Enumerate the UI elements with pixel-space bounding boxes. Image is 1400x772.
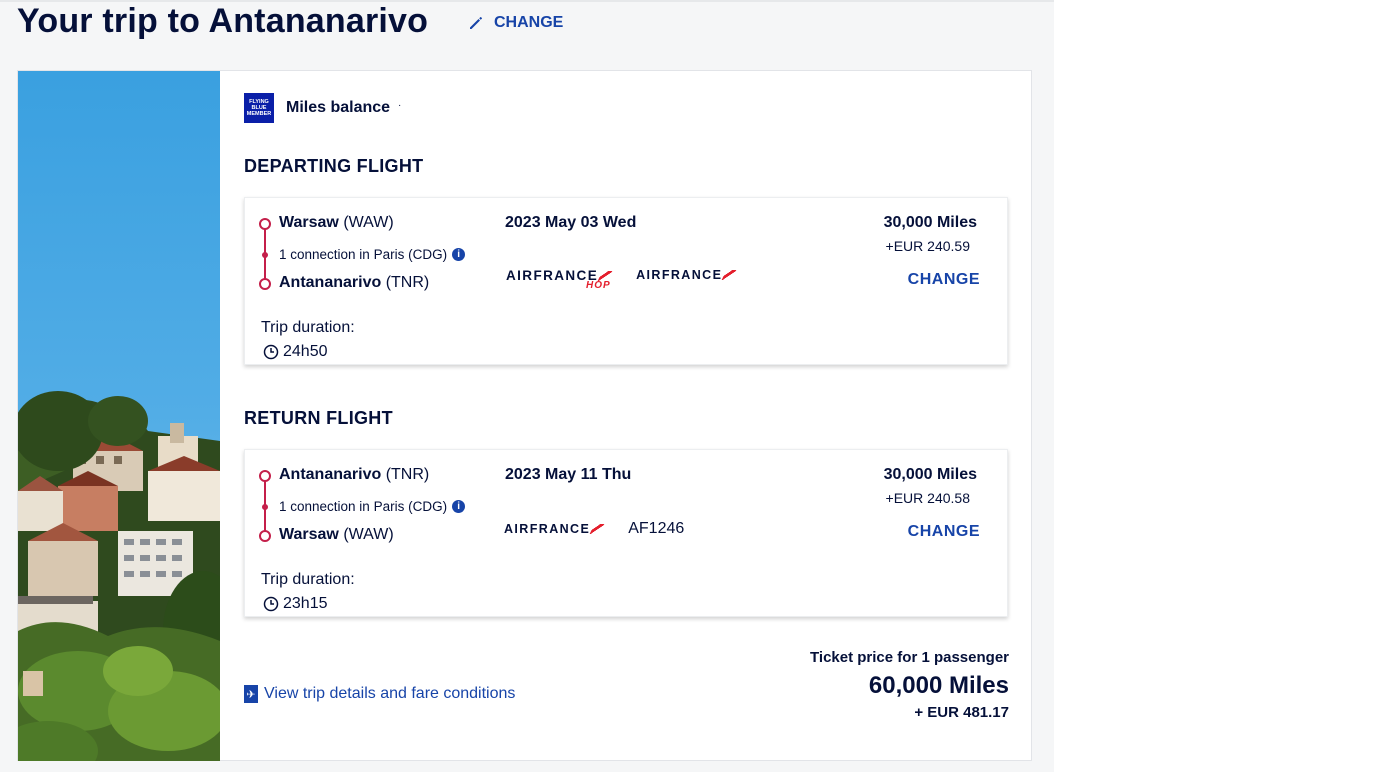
airline-name: AIRFRANCE — [504, 522, 591, 536]
departing-origin-city: Warsaw — [279, 214, 339, 231]
return-duration: 23h15 — [263, 595, 328, 613]
page-title: Your trip to Antananarivo — [17, 2, 429, 40]
return-price-eur: +EUR 240.58 — [885, 490, 970, 506]
return-price-miles: 30,000 Miles — [883, 466, 977, 483]
return-date: 2023 May 11 Thu — [505, 466, 632, 483]
departing-price-miles: 30,000 Miles — [883, 214, 977, 231]
destination-photo — [18, 71, 220, 761]
trip-content: FLYING BLUE MEMBER Miles balance · DEPAR… — [244, 71, 1009, 761]
info-icon[interactable]: i — [452, 500, 466, 513]
departing-duration-label: Trip duration: — [261, 319, 355, 336]
miles-balance-value: · — [398, 99, 402, 111]
departing-change-button[interactable]: CHANGE — [908, 271, 980, 289]
origin-marker-icon — [259, 218, 271, 230]
departing-airlines: AIRFRANCE HOP AIRFRANCE — [506, 268, 737, 291]
clock-icon — [263, 344, 279, 360]
departing-price-eur: +EUR 240.59 — [885, 238, 970, 254]
return-section-title: RETURN FLIGHT — [244, 408, 393, 428]
departing-connection-text: 1 connection in Paris (CDG) — [279, 247, 448, 262]
departing-connection: 1 connection in Paris (CDG) i — [279, 247, 466, 262]
return-flight-card: Antananarivo (TNR) 1 connection in Paris… — [244, 449, 1008, 617]
clock-icon — [263, 596, 279, 612]
departing-duration-value: 24h50 — [283, 343, 328, 360]
return-price: 30,000 Miles +EUR 240.58 — [884, 466, 977, 506]
return-origin-city: Antananarivo — [279, 466, 382, 483]
airline-name: AIRFRANCE — [636, 268, 723, 282]
ticket-total: Ticket price for 1 passenger 60,000 Mile… — [810, 649, 1009, 721]
trip-details-link[interactable]: ✈ View trip details and fare conditions — [244, 685, 515, 703]
flying-blue-logo: FLYING BLUE MEMBER — [244, 93, 274, 123]
return-destination-code: (WAW) — [343, 526, 394, 543]
miles-balance-row: FLYING BLUE MEMBER Miles balance · — [244, 93, 401, 123]
return-origin-code: (TNR) — [385, 466, 430, 483]
return-airlines: AIRFRANCE AF1246 — [504, 520, 685, 538]
departing-flight-card: Warsaw (WAW) 1 connection in Paris (CDG)… — [244, 197, 1008, 365]
return-duration-label: Trip duration: — [261, 571, 355, 588]
trip-summary-card: FLYING BLUE MEMBER Miles balance · DEPAR… — [17, 70, 1032, 761]
origin-marker-icon — [259, 470, 271, 482]
return-destination-city: Warsaw — [279, 526, 339, 543]
airplane-icon: ✈ — [244, 685, 258, 703]
departing-origin: Warsaw (WAW) — [279, 214, 394, 232]
return-destination: Warsaw (WAW) — [279, 526, 394, 544]
departing-destination: Antananarivo (TNR) — [279, 274, 429, 292]
return-change-button[interactable]: CHANGE — [908, 523, 980, 541]
airfrance-logo: AIRFRANCE — [636, 268, 737, 282]
departing-price: 30,000 Miles +EUR 240.59 — [884, 214, 977, 254]
departing-destination-city: Antananarivo — [279, 274, 382, 291]
return-origin: Antananarivo (TNR) — [279, 466, 429, 484]
departing-date: 2023 May 03 Wed — [505, 214, 637, 231]
airline-name: AIRFRANCE — [506, 268, 599, 283]
connection-marker-icon — [262, 504, 268, 510]
departing-destination-code: (TNR) — [385, 274, 430, 291]
return-duration-value: 23h15 — [283, 595, 328, 612]
airfrance-logo: AIRFRANCE — [504, 522, 605, 536]
total-miles: 60,000 Miles — [868, 672, 1009, 699]
flying-blue-logo-line-3: MEMBER — [246, 111, 272, 117]
departing-section-title: DEPARTING FLIGHT — [244, 156, 424, 176]
info-icon[interactable]: i — [452, 248, 466, 261]
return-flight-number: AF1246 — [628, 520, 685, 537]
hop-label: HOP — [586, 280, 611, 291]
return-connection: 1 connection in Paris (CDG) i — [279, 499, 466, 514]
destination-marker-icon — [259, 278, 271, 290]
departing-duration: 24h50 — [263, 343, 328, 361]
airfrance-hop-logo: AIRFRANCE HOP — [506, 268, 613, 291]
trip-details-label: View trip details and fare conditions — [264, 685, 516, 702]
departing-origin-code: (WAW) — [343, 214, 394, 231]
ticket-price-label: Ticket price for 1 passenger — [810, 649, 1009, 666]
destination-marker-icon — [259, 530, 271, 542]
return-connection-text: 1 connection in Paris (CDG) — [279, 499, 448, 514]
connection-marker-icon — [262, 252, 268, 258]
total-eur: + EUR 481.17 — [914, 704, 1009, 721]
miles-balance-label: Miles balance — [286, 99, 391, 116]
pencil-icon — [470, 17, 482, 29]
change-trip-button[interactable]: CHANGE — [468, 14, 563, 32]
change-trip-label: CHANGE — [494, 14, 564, 31]
